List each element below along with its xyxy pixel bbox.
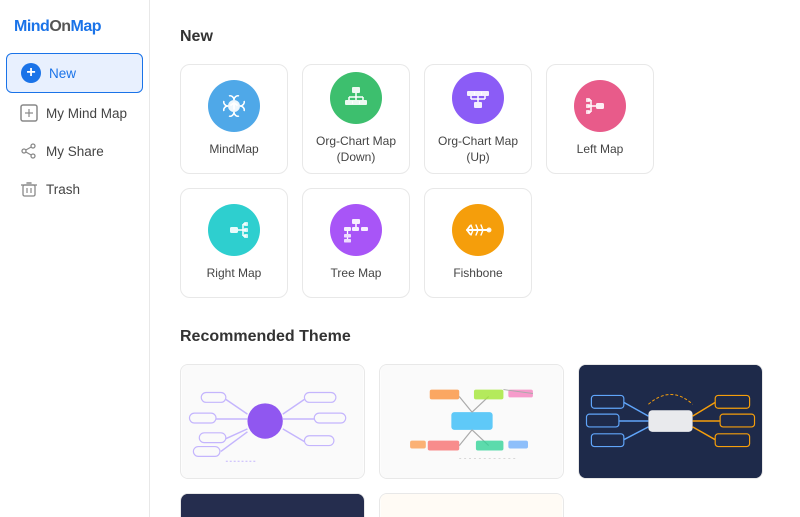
themes-grid <box>180 364 770 517</box>
sidebar-item-my-share[interactable]: My Share <box>6 133 143 169</box>
org-up-label: Org-Chart Map (Up) <box>425 134 531 165</box>
mindmap-label: MindMap <box>209 142 258 158</box>
map-card-left-map[interactable]: Left Map <box>546 64 654 174</box>
left-map-label: Left Map <box>577 142 624 158</box>
sidebar-item-new[interactable]: + New <box>6 53 143 93</box>
map-card-mindmap[interactable]: MindMap <box>180 64 288 174</box>
sidebar-item-my-mind-map[interactable]: My Mind Map <box>6 95 143 131</box>
sidebar-item-my-share-label: My Share <box>46 144 104 159</box>
sidebar-item-trash-label: Trash <box>46 182 80 197</box>
fishbone-label: Fishbone <box>453 266 502 282</box>
sidebar-item-my-mind-map-label: My Mind Map <box>46 106 127 121</box>
trash-icon <box>20 180 38 198</box>
share-icon <box>20 142 38 160</box>
theme-section-title: Recommended Theme <box>180 328 770 346</box>
org-down-label: Org-Chart Map (Down) <box>303 134 409 165</box>
plus-icon: + <box>21 63 41 83</box>
map-card-right-map[interactable]: Right Map <box>180 188 288 298</box>
left-map-icon <box>574 80 626 132</box>
theme-card-5[interactable] <box>379 493 564 517</box>
map-card-tree-map[interactable]: Tree Map <box>302 188 410 298</box>
sidebar: MindOnMap + New My Mind Map M <box>0 0 150 517</box>
mindmap-icon <box>208 80 260 132</box>
right-map-label: Right Map <box>207 266 262 282</box>
map-card-fishbone[interactable]: Fishbone <box>424 188 532 298</box>
map-icon <box>20 104 38 122</box>
sidebar-item-new-label: New <box>49 66 76 81</box>
theme-card-4[interactable] <box>180 493 365 517</box>
new-section-title: New <box>180 28 770 46</box>
theme-card-2[interactable] <box>379 364 564 479</box>
map-types-grid: MindMap Org-Chart Map (Down) <box>180 64 770 298</box>
theme-card-1[interactable] <box>180 364 365 479</box>
tree-map-icon <box>330 204 382 256</box>
logo: MindOnMap <box>14 18 135 36</box>
right-map-icon <box>208 204 260 256</box>
org-down-icon <box>330 72 382 124</box>
tree-map-label: Tree Map <box>331 266 382 282</box>
fishbone-icon <box>452 204 504 256</box>
main-content: New MindMap <box>150 0 800 517</box>
map-card-org-up[interactable]: Org-Chart Map (Up) <box>424 64 532 174</box>
sidebar-item-trash[interactable]: Trash <box>6 171 143 207</box>
map-card-org-down[interactable]: Org-Chart Map (Down) <box>302 64 410 174</box>
theme-card-3[interactable] <box>578 364 763 479</box>
logo-area: MindOnMap <box>0 10 149 52</box>
org-up-icon <box>452 72 504 124</box>
